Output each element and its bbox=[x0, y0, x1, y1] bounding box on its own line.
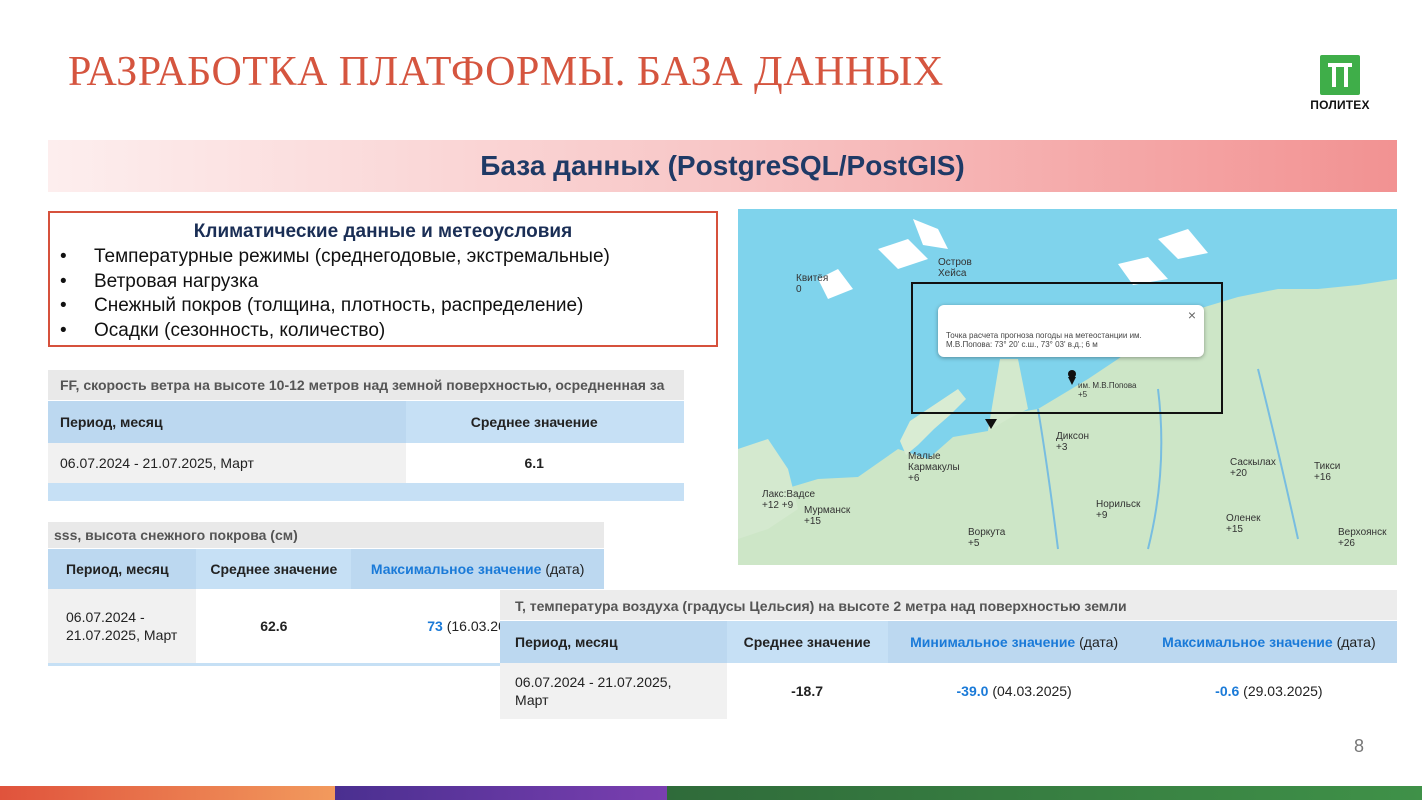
table-cell-cut bbox=[662, 443, 684, 483]
map-label: им. М.В.Попова +5 bbox=[1078, 381, 1137, 399]
table-header-date: (дата) bbox=[545, 561, 585, 577]
banner-title: База данных (PostgreSQL/PostGIS) bbox=[480, 150, 965, 181]
climate-list: Температурные режимы (среднегодовые, экс… bbox=[50, 245, 716, 343]
snow-table-caption: sss, высота снежного покрова (см) bbox=[48, 522, 604, 548]
pi-logo-icon bbox=[1320, 55, 1360, 95]
weather-map[interactable]: × Точка расчета прогноза погоды на метео… bbox=[738, 209, 1397, 565]
bar-segment bbox=[0, 786, 335, 800]
list-item: Снежный покров (толщина, плотность, расп… bbox=[50, 294, 716, 319]
table-header-cut bbox=[662, 401, 684, 443]
map-label: Саскылах +20 bbox=[1230, 457, 1276, 479]
map-label: Верхоянск +26 bbox=[1338, 527, 1387, 549]
list-item: Ветровая нагрузка bbox=[50, 270, 716, 295]
wind-table: Период, месяц Среднее значение 06.07.202… bbox=[48, 401, 684, 501]
table-cell-max: -0.6 (29.03.2025) bbox=[1140, 663, 1397, 719]
table-header-max: Максимальное значение (дата) bbox=[1141, 621, 1397, 663]
close-icon[interactable]: × bbox=[1188, 307, 1196, 323]
map-label: Тикси +16 bbox=[1314, 461, 1341, 483]
table-cell-min-date: (04.03.2025) bbox=[992, 683, 1072, 699]
map-label: Квитёя 0 bbox=[796, 273, 829, 295]
map-label: Малые Кармакулы +6 bbox=[908, 451, 960, 484]
climate-data-box: Климатические данные и метеоусловия Темп… bbox=[48, 211, 718, 347]
map-label: Мурманск +15 bbox=[804, 505, 851, 527]
page-number: 8 bbox=[1354, 736, 1365, 756]
bar-segment bbox=[335, 786, 667, 800]
table-header-max: Максимальное значение (дата) bbox=[351, 549, 604, 589]
slide-title: РАЗРАБОТКА ПЛАТФОРМЫ. БАЗА ДАННЫХ bbox=[68, 49, 944, 95]
bar-segment bbox=[667, 786, 1422, 800]
table-header-mean: Среднее значение bbox=[726, 621, 888, 663]
map-popup: × Точка расчета прогноза погоды на метео… bbox=[938, 305, 1204, 357]
logo-text: ПОЛИТЕХ bbox=[1310, 98, 1370, 112]
table-cell-period: 06.07.2024 - 21.07.2025, Март bbox=[500, 663, 727, 719]
table-cell-max-value: -0.6 bbox=[1215, 683, 1240, 699]
table-header-max-label: Максимальное значение bbox=[1162, 634, 1333, 650]
section-banner: База данных (PostgreSQL/PostGIS) bbox=[48, 140, 1397, 192]
table-cell-max-date: (16.03.20 bbox=[446, 618, 506, 634]
temp-table-caption: T, температура воздуха (градусы Цельсия)… bbox=[500, 590, 1397, 620]
table-header-mean: Среднее значение bbox=[406, 401, 663, 443]
list-item: Температурные режимы (среднегодовые, экс… bbox=[50, 245, 716, 270]
table-header-period: Период, месяц bbox=[515, 634, 618, 650]
table-header-mean: Среднее значение bbox=[196, 549, 352, 589]
map-label: Воркута +5 bbox=[968, 527, 1006, 549]
map-label: Диксон +3 bbox=[1056, 431, 1090, 453]
table-footer-strip bbox=[48, 483, 684, 501]
table-cell-max-date: (29.03.2025) bbox=[1243, 683, 1323, 699]
temp-table: Период, месяц Среднее значение Минимальн… bbox=[500, 621, 1397, 719]
list-item: Осадки (сезонность, количество) bbox=[50, 319, 716, 344]
table-header-min: Минимальное значение (дата) bbox=[888, 621, 1141, 663]
table-cell-min: -39.0 (04.03.2025) bbox=[887, 663, 1141, 719]
popup-text: Точка расчета прогноза погоды на метеост… bbox=[946, 331, 1142, 349]
map-label: Норильск +9 bbox=[1096, 499, 1141, 521]
table-row: 06.07.2024 - 21.07.2025, Март 6.1 bbox=[48, 443, 684, 483]
table-header-period: Период, месяц bbox=[60, 414, 163, 430]
table-cell-mean: -18.7 bbox=[726, 663, 888, 719]
table-cell-period: 06.07.2024 - 21.07.2025, Март bbox=[48, 589, 197, 663]
politech-logo: ПОЛИТЕХ bbox=[1300, 55, 1380, 112]
table-header-max-date: (дата) bbox=[1336, 634, 1376, 650]
climate-heading: Климатические данные и метеоусловия bbox=[193, 221, 573, 242]
table-header-min-date: (дата) bbox=[1079, 634, 1119, 650]
bottom-color-bar bbox=[0, 786, 1422, 800]
table-cell-min-value: -39.0 bbox=[956, 683, 989, 699]
table-cell-max-value: 73 bbox=[427, 618, 443, 634]
table-cell-period: 06.07.2024 - 21.07.2025, Март bbox=[48, 443, 407, 483]
table-row: 06.07.2024 - 21.07.2025, Март -18.7 -39.… bbox=[500, 663, 1397, 719]
wind-table-caption: FF, скорость ветра на высоте 10-12 метро… bbox=[48, 370, 684, 400]
table-header-min-label: Минимальное значение bbox=[910, 634, 1076, 650]
map-label: Остров Хейса bbox=[938, 257, 972, 279]
table-cell-mean: 6.1 bbox=[406, 443, 663, 483]
map-label: Оленек +15 bbox=[1226, 513, 1261, 535]
table-header-period: Период, месяц bbox=[66, 561, 169, 577]
table-cell-mean: 62.6 bbox=[196, 589, 352, 663]
table-header-max-label: Максимальное значение bbox=[370, 561, 542, 577]
